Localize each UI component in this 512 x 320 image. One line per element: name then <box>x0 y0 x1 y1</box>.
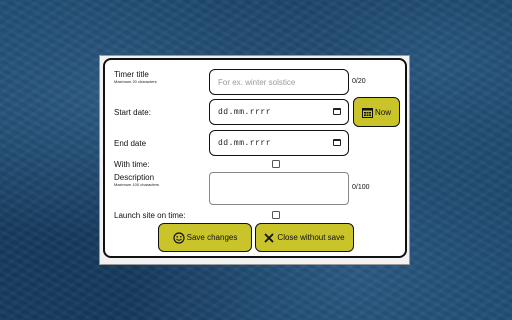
close-icon <box>265 233 274 242</box>
end-date-value: dd.mm.rrrr <box>218 138 272 148</box>
launch-checkbox[interactable] <box>272 211 280 219</box>
description-textarea[interactable] <box>209 172 349 205</box>
description-hint: Maximum 100 characters <box>114 182 159 187</box>
title-label: Timer title <box>114 70 149 79</box>
end-date-field[interactable]: dd.mm.rrrr <box>209 130 349 156</box>
save-label: Save changes <box>186 233 238 242</box>
description-label: Description <box>114 173 155 182</box>
now-label: Now <box>374 107 391 117</box>
start-date-field[interactable]: dd.mm.rrrr <box>209 99 349 125</box>
with-time-checkbox[interactable] <box>272 160 280 168</box>
close-without-save-button[interactable]: Close without save <box>255 223 354 252</box>
save-button[interactable]: Save changes <box>158 223 252 252</box>
launch-label: Launch site on time: <box>114 211 186 220</box>
calendar-icon[interactable] <box>333 108 341 115</box>
now-button[interactable]: Now <box>353 97 400 127</box>
calendar-icon <box>361 107 373 118</box>
title-field[interactable] <box>209 69 349 95</box>
title-counter: 0/20 <box>352 78 366 85</box>
title-hint: Maximum 20 characters <box>114 79 157 84</box>
close-label: Close without save <box>277 233 345 242</box>
title-input[interactable] <box>218 77 348 87</box>
timer-form: Timer title Maximum 20 characters 0/20 S… <box>103 58 407 258</box>
end-date-label: End date <box>114 139 147 148</box>
start-date-label: Start date: <box>114 108 151 117</box>
start-date-value: dd.mm.rrrr <box>218 107 272 117</box>
calendar-icon[interactable] <box>333 139 341 146</box>
description-counter: 0/100 <box>352 184 370 191</box>
smiley-icon <box>173 231 185 244</box>
with-time-label: With time: <box>114 160 150 169</box>
